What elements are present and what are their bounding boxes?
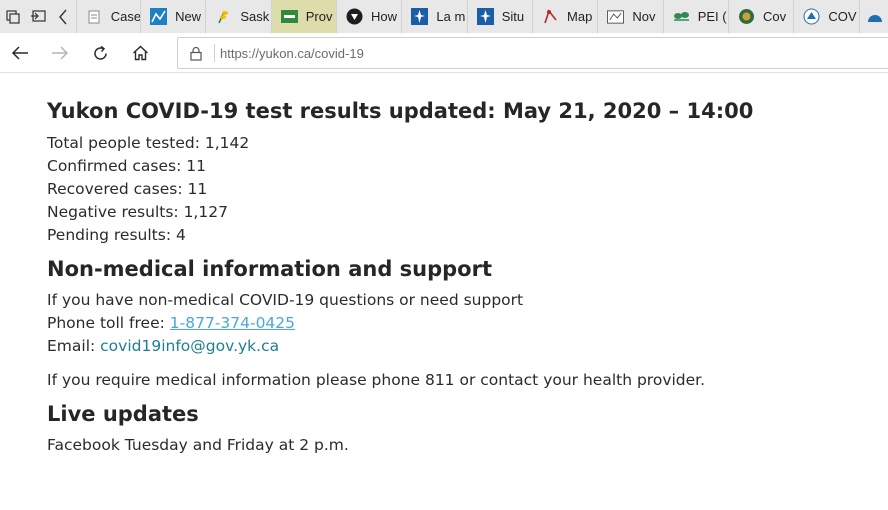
phone-line: Phone toll free: 1-877-374-0425 xyxy=(47,312,847,335)
shield-icon xyxy=(346,8,363,25)
globe-icon xyxy=(738,8,755,25)
tab-cov-caps[interactable]: COV xyxy=(794,0,860,33)
tab-map[interactable]: Map xyxy=(533,0,599,33)
total-tested: Total people tested: 1,142 xyxy=(47,134,250,152)
live-updates-text: Facebook Tuesday and Friday at 2 p.m. xyxy=(47,436,349,454)
tab-label: Prov xyxy=(305,9,333,24)
support-heading: Non-medical information and support xyxy=(47,257,492,281)
tab-strip: Case New Sask Prov How La m Situ Map Nov… xyxy=(0,0,888,33)
url-text[interactable]: https://yukon.ca/covid-19 xyxy=(220,46,364,61)
tab-label: PEI ( xyxy=(697,9,727,24)
tab-la-m[interactable]: La m xyxy=(402,0,468,33)
refresh-icon xyxy=(93,45,107,60)
tab-label: New xyxy=(175,9,202,24)
lock-icon xyxy=(178,46,214,61)
grey-doc-icon xyxy=(86,8,103,25)
tab-pei[interactable]: PEI ( xyxy=(664,0,730,33)
tab-label: How xyxy=(371,9,398,24)
page-title: Yukon COVID-19 test results updated: May… xyxy=(47,99,754,123)
tab-prov[interactable]: Prov xyxy=(271,0,338,33)
pending-results: Pending results: 4 xyxy=(47,226,186,244)
tabs-overview-icon xyxy=(6,9,20,24)
tab-situ[interactable]: Situ xyxy=(468,0,534,33)
arrow-left-icon xyxy=(11,46,28,60)
medical-note: If you require medical information pleas… xyxy=(47,371,706,389)
quebec-fleur-de-lis-icon xyxy=(411,8,429,25)
test-results-list: Total people tested: 1,142 Confirmed cas… xyxy=(47,132,847,247)
tab-label: Situ xyxy=(501,9,525,24)
tab-label: Map xyxy=(567,9,593,24)
tab-label: La m xyxy=(436,9,466,24)
address-bar[interactable]: https://yukon.ca/covid-19 xyxy=(177,37,888,69)
tab-case[interactable]: Case xyxy=(75,0,142,33)
tab-partial[interactable] xyxy=(860,0,888,33)
tab-label: Case xyxy=(110,9,142,24)
quebec-fleur-de-lis-icon xyxy=(476,8,494,25)
tab-how[interactable]: How xyxy=(337,0,403,33)
recovered-cases: Recovered cases: 11 xyxy=(47,180,208,198)
live-updates-heading: Live updates xyxy=(47,402,199,426)
tab-sask[interactable]: Sask xyxy=(206,0,272,33)
chart-icon xyxy=(150,8,168,25)
scroll-tabs-left-button[interactable] xyxy=(50,0,75,33)
support-block: If you have non-medical COVID-19 questio… xyxy=(47,289,847,358)
email-link[interactable]: covid19info@gov.yk.ca xyxy=(100,337,279,355)
home-icon xyxy=(132,45,148,61)
map-pin-icon xyxy=(542,8,559,25)
tab-label: Cov xyxy=(763,9,787,24)
tab-label: COV xyxy=(828,9,857,24)
phone-label: Phone toll free: xyxy=(47,314,170,332)
chevron-left-icon xyxy=(59,9,67,24)
forward-button[interactable] xyxy=(46,39,74,67)
set-tabs-aside-button[interactable] xyxy=(25,0,50,33)
email-label: Email: xyxy=(47,337,101,355)
navigation-bar: https://yukon.ca/covid-19 xyxy=(0,33,888,73)
set-aside-icon xyxy=(30,9,46,22)
phone-link[interactable]: 1-877-374-0425 xyxy=(170,314,295,332)
back-button[interactable] xyxy=(6,39,34,67)
page-content: Yukon COVID-19 test results updated: May… xyxy=(47,97,847,457)
negative-results: Negative results: 1,127 xyxy=(47,203,228,221)
home-button[interactable] xyxy=(126,39,154,67)
government-icon xyxy=(803,8,820,25)
news-icon xyxy=(607,8,625,25)
green-flag-icon xyxy=(280,8,298,25)
support-intro: If you have non-medical COVID-19 questio… xyxy=(47,291,524,309)
tab-label: Nov xyxy=(632,9,656,24)
tab-new[interactable]: New xyxy=(141,0,207,33)
arrow-right-icon xyxy=(52,46,69,60)
tab-cov[interactable]: Cov xyxy=(729,0,795,33)
confirmed-cases: Confirmed cases: 11 xyxy=(47,157,206,175)
partial-tab-icon xyxy=(866,8,883,25)
tab-nov[interactable]: Nov xyxy=(598,0,664,33)
pei-tree-icon xyxy=(673,8,690,25)
refresh-button[interactable] xyxy=(86,39,114,67)
address-separator xyxy=(214,44,215,62)
tab-overview-button[interactable] xyxy=(0,0,25,33)
tab-label: Sask xyxy=(240,9,270,24)
saskatchewan-wheat-icon xyxy=(215,8,232,25)
email-line: Email: covid19info@gov.yk.ca xyxy=(47,335,847,358)
